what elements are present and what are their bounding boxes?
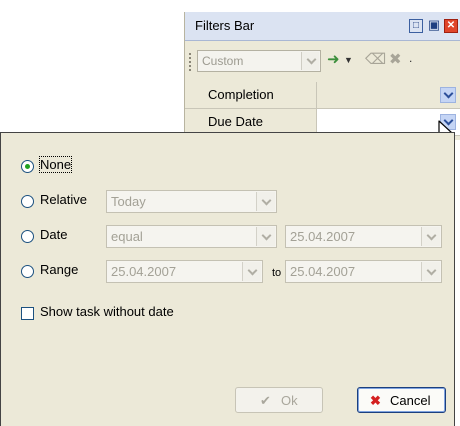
dropdown-arrow-icon[interactable]: ▼ [344, 55, 353, 65]
more-icon[interactable]: . [409, 51, 412, 65]
radio-range[interactable] [21, 265, 34, 278]
chevron-down-icon[interactable] [421, 227, 440, 246]
filter-preset-select[interactable]: Custom [197, 50, 321, 72]
chevron-down-icon[interactable] [440, 87, 456, 103]
relative-select-value: Today [111, 194, 146, 209]
due-date-filter-popup: None Relative Today Date equal 25.04.200… [0, 132, 455, 426]
filter-row-completion[interactable]: Completion [185, 82, 460, 109]
filter-preset-value: Custom [202, 54, 244, 68]
range-from-picker[interactable]: 25.04.2007 [106, 260, 263, 283]
cancel-button[interactable]: ✖ Cancel [357, 387, 446, 413]
chevron-down-icon[interactable] [301, 52, 319, 70]
chevron-down-icon[interactable] [242, 262, 261, 281]
date-operator-select[interactable]: equal [106, 225, 277, 248]
radio-relative-label[interactable]: Relative [40, 192, 87, 207]
radio-none-label[interactable]: None [38, 156, 73, 173]
date-operator-value: equal [111, 229, 143, 244]
radio-date-label[interactable]: Date [40, 227, 67, 242]
chevron-down-icon[interactable] [256, 227, 275, 246]
range-from-value: 25.04.2007 [111, 264, 177, 279]
date-picker[interactable]: 25.04.2007 [285, 225, 442, 248]
radio-none[interactable] [21, 160, 34, 173]
filters-bar-titlebar: Filters Bar □ ▣ ✕ [185, 12, 460, 41]
radio-range-label[interactable]: Range [40, 262, 78, 277]
pin-icon[interactable]: ▣ [427, 18, 441, 33]
filter-fields-grid: Completion Due Date [185, 82, 460, 136]
range-to-picker[interactable]: 25.04.2007 [285, 260, 442, 283]
show-without-date-checkbox[interactable] [21, 307, 34, 320]
apply-filter-icon[interactable]: ➜ [327, 50, 340, 68]
cancel-x-icon: ✖ [370, 393, 381, 408]
filter-label-due-date: Due Date [208, 114, 263, 129]
restore-icon[interactable]: □ [409, 19, 423, 33]
eraser-icon[interactable]: ⌫ [365, 50, 386, 68]
filters-bar-toolbar: Custom ➜ ▼ ⌫ ✖ . [185, 41, 460, 81]
date-picker-value: 25.04.2007 [290, 229, 356, 244]
radio-date[interactable] [21, 230, 34, 243]
filters-bar-title: Filters Bar [195, 18, 255, 33]
show-without-date-label[interactable]: Show task without date [40, 304, 174, 319]
checkmark-icon: ✔ [260, 393, 271, 408]
ok-button[interactable]: ✔ Ok [235, 387, 323, 413]
ok-button-label: Ok [281, 393, 298, 408]
filter-value-completion[interactable] [317, 82, 460, 108]
chevron-down-icon[interactable] [256, 192, 275, 211]
toolbar-grip[interactable] [189, 53, 194, 71]
relative-select[interactable]: Today [106, 190, 277, 213]
close-icon[interactable]: ✕ [444, 19, 458, 33]
radio-relative[interactable] [21, 195, 34, 208]
cancel-button-label: Cancel [390, 393, 431, 408]
chevron-down-icon[interactable] [421, 262, 440, 281]
delete-icon[interactable]: ✖ [389, 50, 402, 68]
filter-label-completion: Completion [208, 87, 274, 102]
filters-bar-panel: Filters Bar □ ▣ ✕ Custom ➜ ▼ ⌫ ✖ . Compl… [184, 12, 460, 140]
range-to-value: 25.04.2007 [290, 264, 356, 279]
range-to-label: to [272, 267, 282, 279]
